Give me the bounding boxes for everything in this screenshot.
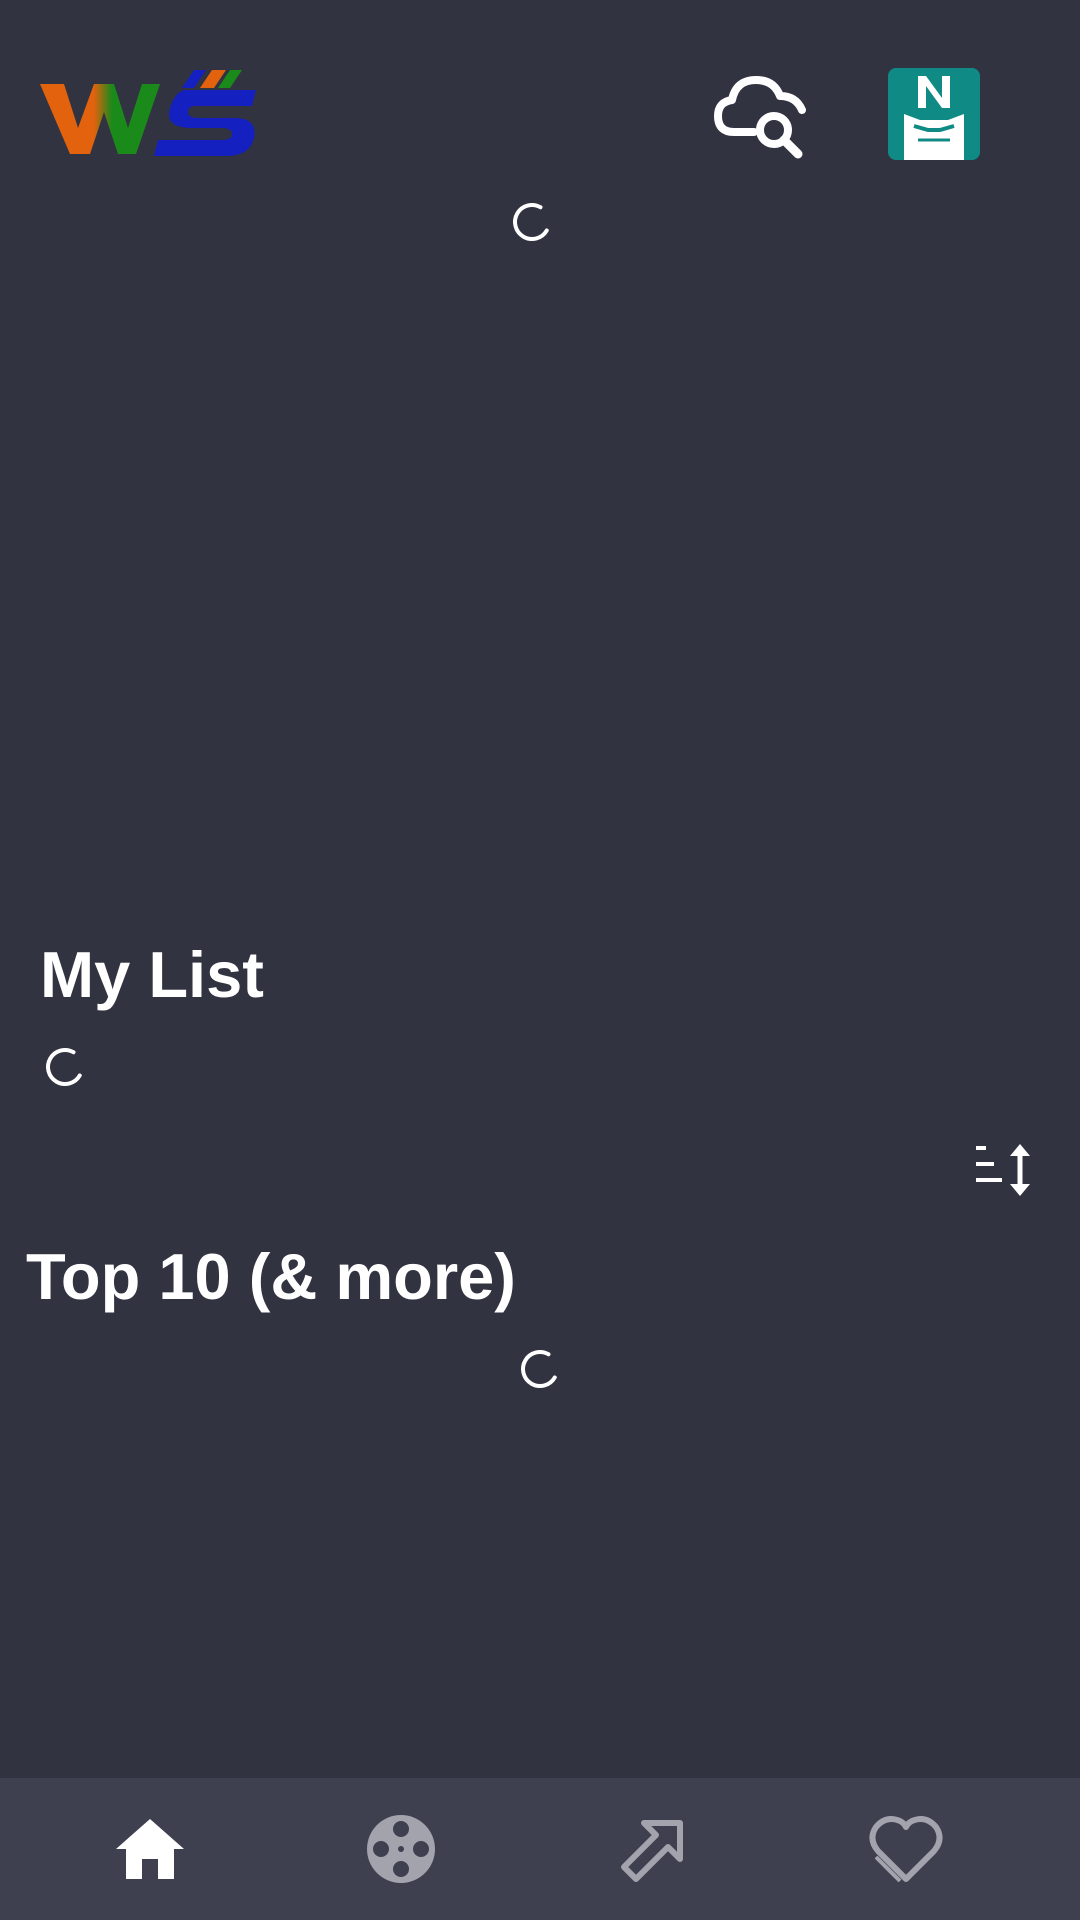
film-reel-icon <box>367 1815 435 1883</box>
nav-share[interactable] <box>574 1778 734 1920</box>
top10-title: Top 10 (& more) <box>26 1240 516 1313</box>
sort-icon[interactable] <box>972 1142 1036 1198</box>
nav-home[interactable] <box>70 1778 230 1920</box>
profile-avatar-icon[interactable] <box>888 68 980 160</box>
share-arrow-icon <box>621 1820 683 1882</box>
nav-favorites[interactable] <box>826 1778 986 1920</box>
loading-spinner-icon <box>513 203 549 241</box>
heart-icon <box>869 1816 943 1883</box>
my-list-spinner-icon <box>46 1048 82 1086</box>
top10-spinner-icon <box>521 1350 557 1388</box>
nav-movies[interactable] <box>321 1778 481 1920</box>
app-logo-icon[interactable] <box>36 66 266 166</box>
cloud-search-icon[interactable] <box>712 70 812 166</box>
bottom-navigation <box>0 1778 1080 1920</box>
my-list-title: My List <box>40 938 264 1011</box>
home-icon <box>116 1819 184 1879</box>
